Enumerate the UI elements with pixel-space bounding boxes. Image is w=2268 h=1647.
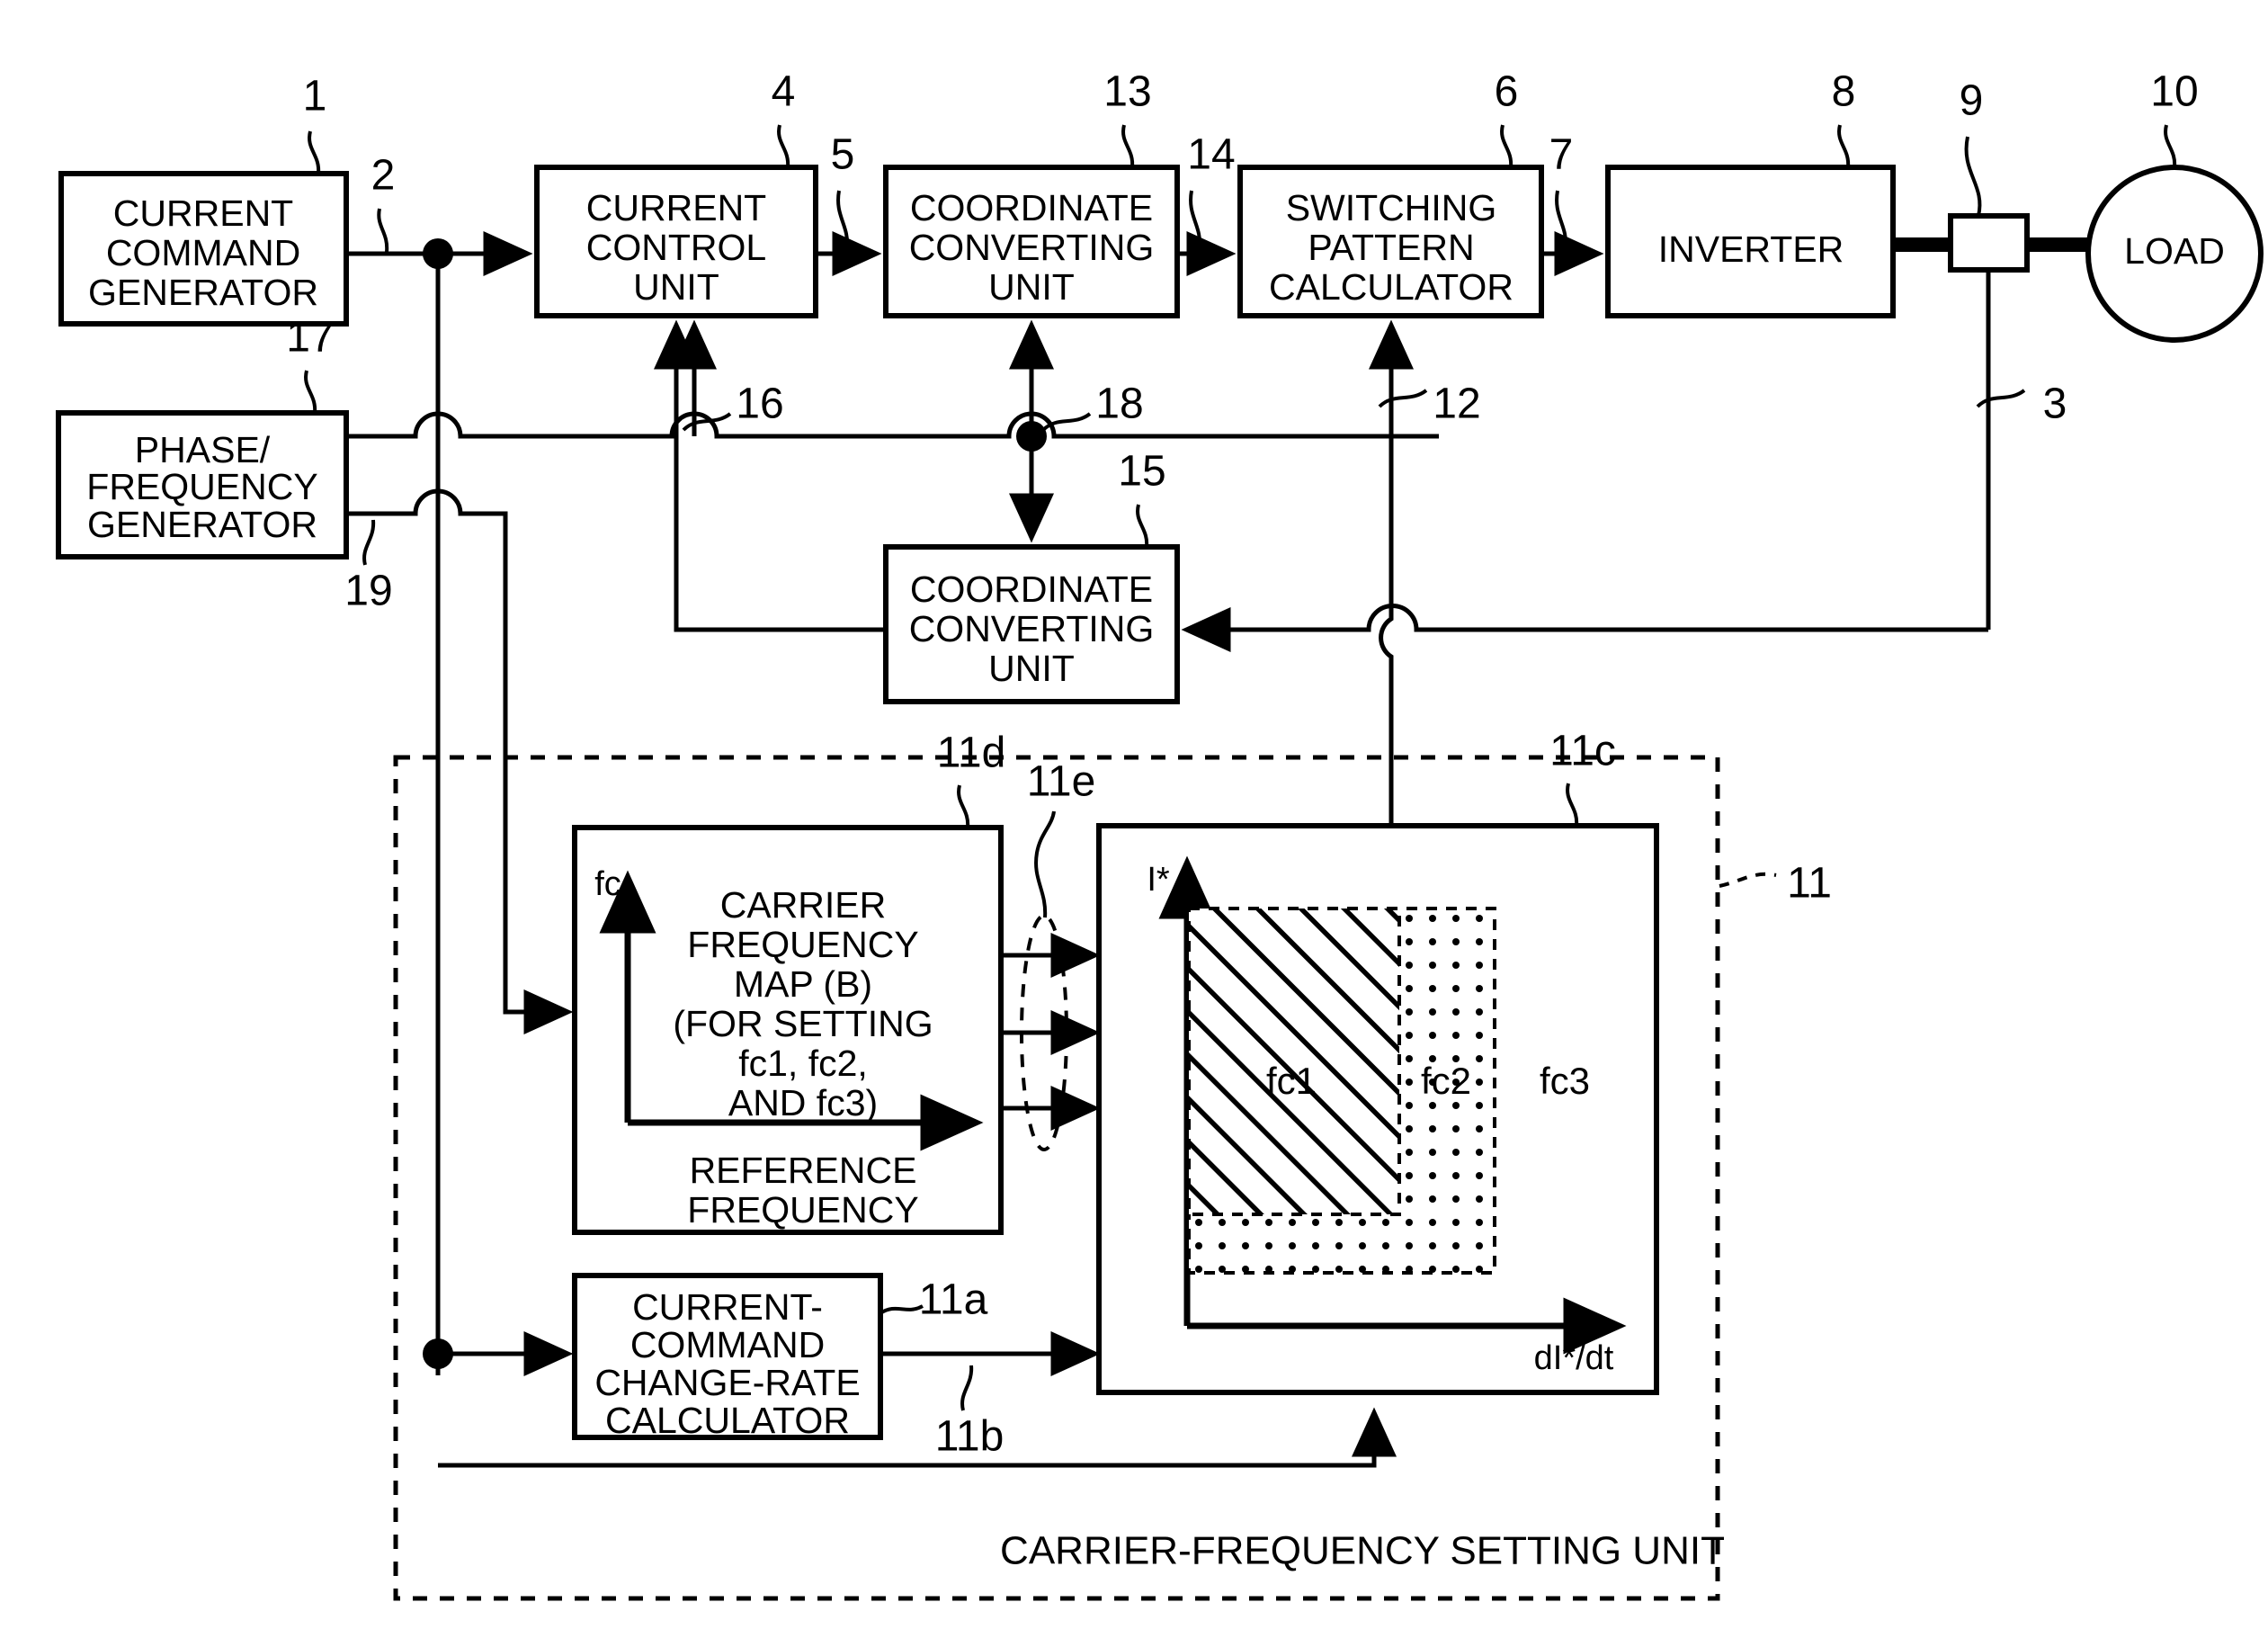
leader-15 [1136, 504, 1149, 548]
block-label-line: UNIT [988, 266, 1075, 308]
block-label-line: PATTERN [1308, 227, 1474, 268]
chart-region-label-fc2: fc2 [1421, 1060, 1471, 1102]
ref-num-19: 19 [344, 568, 392, 615]
ref-num-1: 1 [303, 73, 327, 121]
ref-num-3: 3 [2043, 380, 2067, 428]
ref-num-8: 8 [1832, 68, 1856, 116]
block-label-line: CONTROL [586, 227, 766, 268]
leader-11e [1034, 810, 1056, 918]
ref-num-10: 10 [2150, 68, 2198, 116]
leader-17 [304, 370, 317, 414]
leader-11a [879, 1304, 924, 1315]
ref-num-11d: 11d [937, 730, 1006, 777]
leader-7 [1555, 190, 1568, 248]
ref-num-14: 14 [1187, 131, 1235, 179]
patent-figure-page: CURRENT COMMAND GENERATOR PHASE/ FREQUEN… [0, 0, 2268, 1647]
block-label-line: fc1, fc2, [738, 1043, 868, 1084]
block-label-line: CONVERTING [909, 608, 1155, 649]
block-label-line: MAP (B) [734, 963, 872, 1005]
block-label-line: COORDINATE [910, 187, 1153, 228]
block-label-line: CURRENT- [632, 1286, 823, 1328]
ref-num-18: 18 [1095, 380, 1143, 428]
ref-num-17: 17 [286, 314, 334, 362]
ref-num-11b: 11b [935, 1413, 1005, 1461]
leader-2 [377, 208, 389, 253]
wire-coord15-to-current-control [654, 319, 886, 632]
block-label-load: LOAD [2124, 230, 2225, 272]
leader-1 [308, 130, 321, 175]
ref-num-13: 13 [1103, 68, 1151, 116]
ref-num-11e: 11e [1027, 758, 1096, 806]
carrier-frequency-setting-unit-label: CARRIER-FREQUENCY SETTING UNIT [1000, 1529, 1725, 1573]
ref-num-16: 16 [736, 380, 783, 428]
wire-phase-to-control-16 [346, 411, 1439, 439]
block-label-line: FREQUENCY [86, 466, 317, 507]
ref-num-7: 7 [1549, 131, 1574, 179]
ref-num-15: 15 [1118, 448, 1165, 496]
block-label-line: PHASE/ [135, 429, 271, 470]
leader-13 [1121, 124, 1135, 168]
chart-y-axis-label: I* [1147, 861, 1170, 899]
ref-num-12: 12 [1433, 380, 1480, 428]
wire-feedback-current-3 [1181, 604, 1988, 652]
block-label-line: GENERATOR [88, 272, 318, 313]
ref-num-11c: 11c [1549, 728, 1616, 775]
map-y-axis-label: fc [594, 865, 621, 903]
block-label-inverter: INVERTER [1658, 228, 1844, 270]
leader-8 [1837, 124, 1851, 168]
ref-num-11a: 11a [919, 1276, 988, 1324]
map-x-axis-label-line: REFERENCE [690, 1150, 917, 1191]
block-label-line: CALCULATOR [605, 1400, 850, 1441]
block-label-line: UNIT [633, 266, 719, 308]
ref-num-5: 5 [831, 131, 855, 179]
ref-num-11: 11 [1787, 860, 1832, 908]
ref-num-4: 4 [772, 68, 796, 116]
ref-num-2: 2 [371, 152, 396, 200]
block-label-line: UNIT [988, 648, 1075, 689]
leader-11d [957, 784, 970, 828]
block-label-line: GENERATOR [87, 504, 317, 545]
block-label-line: CONVERTING [909, 227, 1155, 268]
block-label-line: CURRENT [586, 187, 766, 228]
block-label-line: CALCULATOR [1269, 266, 1513, 308]
block-label-line: CARRIER [720, 884, 887, 926]
leader-3 [1976, 389, 2026, 408]
leader-6 [1500, 124, 1513, 168]
chart-x-axis-label: dI*/dt [1534, 1339, 1614, 1377]
leader-11c [1566, 783, 1579, 827]
block-label-line: (FOR SETTING [673, 1003, 933, 1044]
leader-11b [960, 1365, 974, 1411]
block-label-line: COORDINATE [910, 568, 1153, 610]
leader-9 [1964, 136, 1982, 217]
block-label-line: COMMAND [630, 1324, 825, 1365]
block-label-line: SWITCHING [1286, 187, 1497, 228]
block-label-line: CURRENT [113, 192, 293, 234]
chart-region-label-fc3: fc3 [1540, 1060, 1590, 1102]
leader-4 [777, 124, 790, 168]
leader-12 [1378, 389, 1428, 408]
block-current-sensor[interactable] [1948, 213, 2030, 273]
block-label-line: AND fc3) [728, 1082, 878, 1123]
leader-14 [1189, 190, 1202, 248]
block-label-line: FREQUENCY [687, 924, 918, 965]
ref-num-6: 6 [1495, 68, 1519, 116]
leader-19 [362, 519, 376, 566]
ref-num-9: 9 [1960, 77, 1984, 125]
map-x-axis-label-line: FREQUENCY [687, 1189, 918, 1231]
leader-5 [836, 190, 850, 248]
chart-region-label-fc1: fc1 [1266, 1060, 1317, 1102]
leader-11 [1719, 872, 1777, 888]
block-label-line: COMMAND [106, 232, 300, 273]
leader-10 [2164, 124, 2177, 168]
block-label-line: CHANGE-RATE [594, 1362, 860, 1403]
